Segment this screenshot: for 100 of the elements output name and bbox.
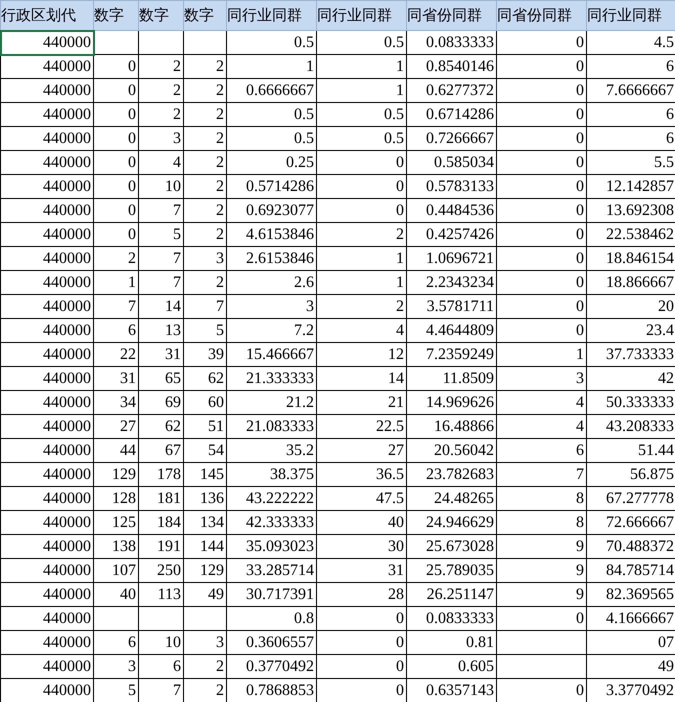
column-header[interactable]: 数字: [94, 0, 138, 30]
table-cell: 7.2: [226, 318, 316, 342]
table-cell: 2.6153846: [226, 246, 316, 270]
table-cell: 9: [496, 558, 586, 582]
table-cell: 26.251147: [406, 582, 496, 606]
table-cell: 0: [316, 150, 406, 174]
table-cell: 35.2: [226, 438, 316, 462]
table-cell: 28: [316, 582, 406, 606]
table-cell: 0: [316, 606, 406, 630]
table-cell: 440000: [0, 246, 94, 270]
table-cell: 25.789035: [406, 558, 496, 582]
table-cell: 24.946629: [406, 510, 496, 534]
table-cell: 2.2343234: [406, 270, 496, 294]
table-cell: 0.5783133: [406, 174, 496, 198]
table-cell: 136: [184, 486, 226, 510]
table-cell: 9: [496, 534, 586, 558]
table-cell: 0: [94, 198, 138, 222]
column-header[interactable]: 数字: [184, 0, 226, 30]
table-cell: 6: [94, 318, 138, 342]
table-cell: 2: [184, 150, 226, 174]
table-cell: 7: [138, 246, 184, 270]
table-cell: 3: [184, 630, 226, 654]
table-cell: 21.2: [226, 390, 316, 414]
table-cell: 7: [184, 294, 226, 318]
table-cell: 2.6: [226, 270, 316, 294]
table-cell: 1: [94, 270, 138, 294]
table-cell: 3: [184, 246, 226, 270]
table-cell: 0.4257426: [406, 222, 496, 246]
table-cell: 27: [316, 438, 406, 462]
table-cell: 440000: [0, 342, 94, 366]
table-cell: 128: [94, 486, 138, 510]
table-cell: 145: [184, 462, 226, 486]
table-cell: 0: [496, 222, 586, 246]
table-cell: 4.4644809: [406, 318, 496, 342]
table-cell: 440000: [0, 486, 94, 510]
table-cell: 0.0833333: [406, 30, 496, 54]
table-cell: 0.0833333: [406, 606, 496, 630]
table-cell: 440000: [0, 126, 94, 150]
table-cell: 2: [316, 222, 406, 246]
table-cell: 0: [496, 246, 586, 270]
table-cell: 47.5: [316, 486, 406, 510]
table-cell: 40: [94, 582, 138, 606]
table-cell: 0: [496, 126, 586, 150]
table-cell: 0.5: [316, 126, 406, 150]
table-cell: 10: [138, 174, 184, 198]
table-cell: 67: [138, 438, 184, 462]
table-cell: 38.375: [226, 462, 316, 486]
table-cell: 0.5: [226, 126, 316, 150]
table-cell: 0: [496, 198, 586, 222]
table-cell: 0.3770492: [226, 654, 316, 678]
table-cell: [138, 606, 184, 630]
table-cell: 0.8: [226, 606, 316, 630]
table-cell: 69: [138, 390, 184, 414]
table-cell: 33.285714: [226, 558, 316, 582]
table-cell: 30.717391: [226, 582, 316, 606]
table-cell: 0: [496, 318, 586, 342]
table-cell: 440000: [0, 270, 94, 294]
table-cell: 24.48265: [406, 486, 496, 510]
table-cell: 30: [316, 534, 406, 558]
table-cell: 2: [184, 198, 226, 222]
table-cell: 0.6923077: [226, 198, 316, 222]
table-cell: 0: [496, 606, 586, 630]
table-cell: 44: [94, 438, 138, 462]
table-cell: 0.4484536: [406, 198, 496, 222]
table-cell: 35.093023: [226, 534, 316, 558]
table-cell: 4: [496, 390, 586, 414]
table-cell: 0.8540146: [406, 54, 496, 78]
column-header[interactable]: 同行业同群: [226, 0, 316, 30]
table-cell: 144: [184, 534, 226, 558]
table-cell: 2: [138, 102, 184, 126]
table-cell: 0: [94, 150, 138, 174]
table-cell: 9: [496, 582, 586, 606]
table-cell: 62: [138, 414, 184, 438]
column-header[interactable]: 数字: [138, 0, 184, 30]
table-cell: 0.25: [226, 150, 316, 174]
table-cell: 6: [496, 438, 586, 462]
table-cell: 440000: [0, 534, 94, 558]
table-cell: 54: [184, 438, 226, 462]
table-cell: 440000: [0, 30, 94, 54]
table-cell: 42.333333: [226, 510, 316, 534]
table-cell: 4: [138, 150, 184, 174]
table-cell: 62: [184, 366, 226, 390]
table-cell: 440000: [0, 414, 94, 438]
table-cell: 0.605: [406, 654, 496, 678]
table-cell: 4.6153846: [226, 222, 316, 246]
table-cell: 22.5: [316, 414, 406, 438]
column-header[interactable]: 同省份同群: [496, 0, 586, 30]
table-cell: 6: [94, 630, 138, 654]
table-cell: 7: [496, 462, 586, 486]
table-cell: 49: [184, 582, 226, 606]
table-cell: 0: [316, 174, 406, 198]
column-header[interactable]: 同行业同群: [586, 0, 675, 30]
column-header[interactable]: 同行业同群: [316, 0, 406, 30]
table-cell: 14: [316, 366, 406, 390]
table-cell: 0: [316, 198, 406, 222]
table-cell: 440000: [0, 198, 94, 222]
table-cell: 440000: [0, 318, 94, 342]
table-cell: 34: [94, 390, 138, 414]
table-cell: 7.2359249: [406, 342, 496, 366]
column-header[interactable]: 同省份同群: [406, 0, 496, 30]
